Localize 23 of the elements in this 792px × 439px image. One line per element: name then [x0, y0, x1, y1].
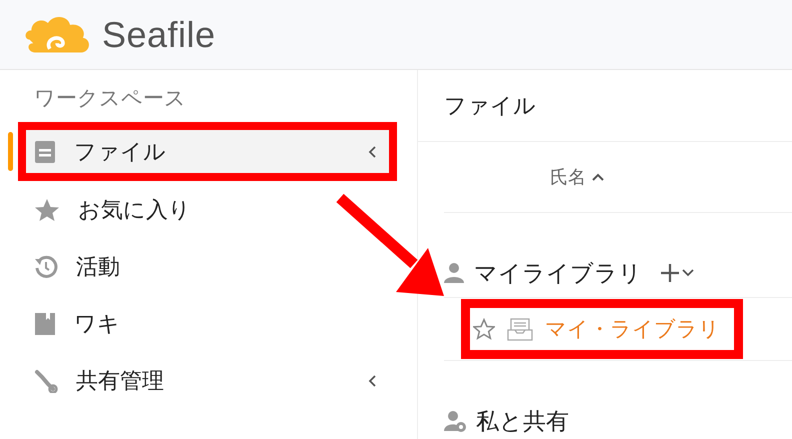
document-icon [34, 140, 56, 164]
column-header[interactable]: 氏名 [550, 165, 604, 189]
sidebar-item[interactable]: 活動 [18, 245, 397, 288]
user-icon [444, 262, 464, 284]
wrench-icon [34, 368, 58, 392]
chevron-down-icon [682, 269, 694, 277]
sidebar-item[interactable]: お気に入り [18, 188, 397, 231]
sidebar-item[interactable]: ファイル [26, 130, 389, 173]
logo-text: Seafile [102, 14, 216, 56]
shared-user-icon [444, 410, 466, 432]
sidebar-heading: ワークスペース [33, 85, 187, 112]
section-title: 私と共有 [476, 408, 569, 436]
book-icon [34, 312, 56, 336]
sidebar-item[interactable]: 共有管理 [18, 359, 397, 402]
history-icon [34, 254, 58, 278]
inbox-tray-icon [507, 316, 533, 342]
plus-icon [660, 263, 680, 283]
section-title: マイライブラリ [474, 260, 642, 288]
star-icon [34, 198, 60, 222]
star-outline-icon[interactable] [473, 318, 495, 340]
sidebar-item[interactable]: ワキ [18, 302, 397, 345]
add-library-button[interactable] [660, 263, 694, 283]
page-title: ファイル [418, 70, 792, 142]
